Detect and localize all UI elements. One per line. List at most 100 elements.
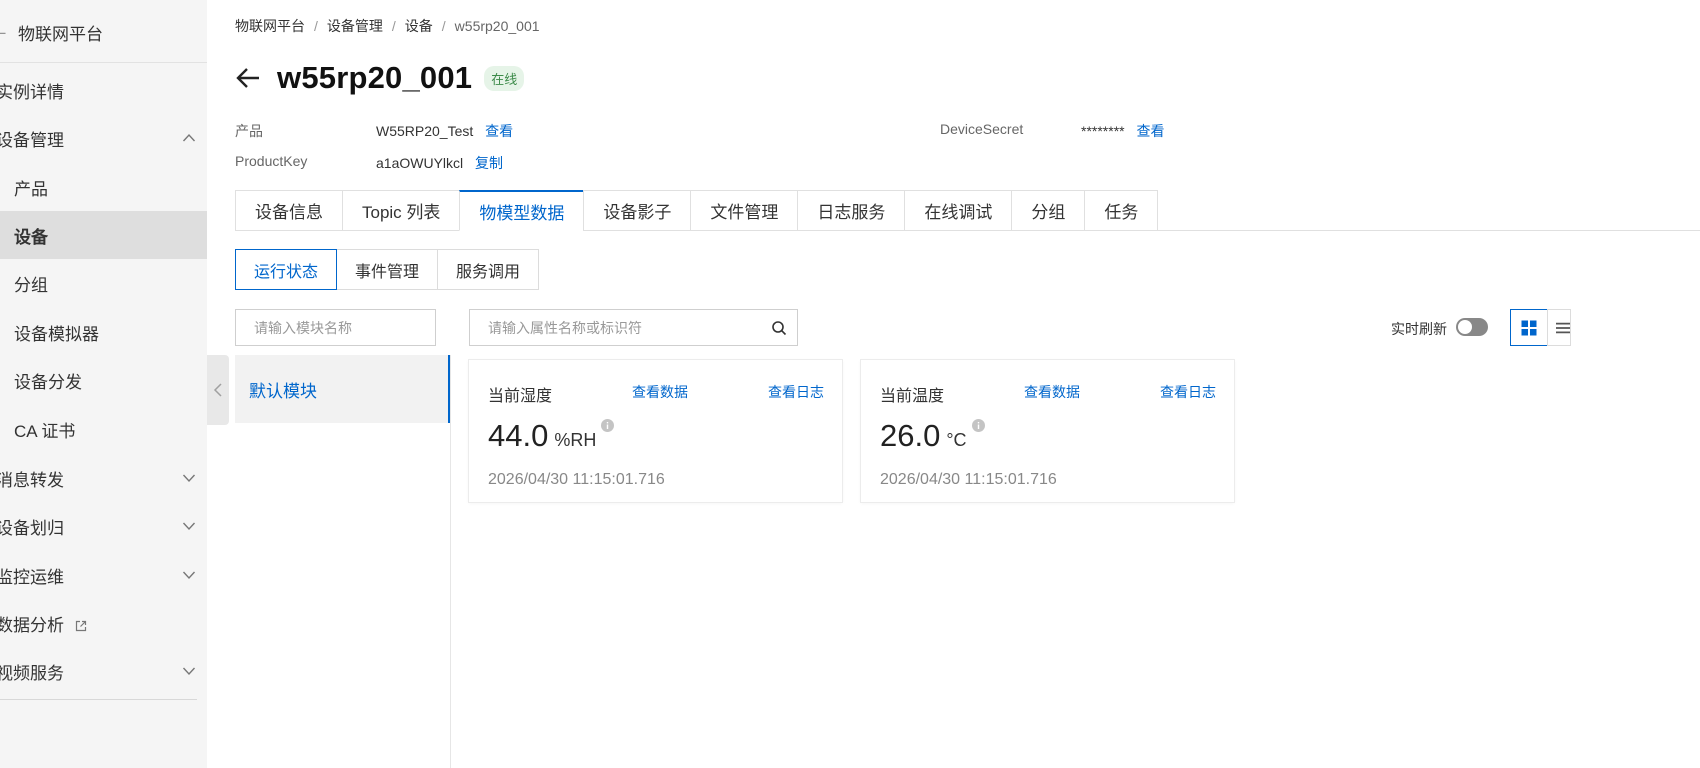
- tab-file-management[interactable]: 文件管理: [690, 190, 798, 231]
- breadcrumb-separator: /: [441, 18, 446, 34]
- subtab-bar: 运行状态 事件管理 服务调用: [235, 249, 540, 290]
- module-item-default[interactable]: 默认模块: [235, 355, 450, 423]
- property-timestamp: 2026/04/30 11:15:01.716: [880, 471, 1057, 488]
- sidebar-item-label-wrap: 数据分析: [0, 611, 87, 636]
- sidebar-item-label: 消息转发: [0, 470, 64, 490]
- sidebar-item-label: 分组: [14, 275, 48, 295]
- property-unit: °C: [946, 430, 967, 450]
- sidebar-item-instance-details[interactable]: 实例详情: [0, 66, 207, 114]
- sidebar-item-label: 设备分发: [14, 372, 82, 392]
- view-devicesecret-link[interactable]: 查看: [1136, 123, 1164, 139]
- sidebar-item-label: 产品: [14, 179, 48, 199]
- subtab-running-status[interactable]: 运行状态: [235, 249, 338, 290]
- property-name: 当前湿度: [488, 388, 553, 405]
- property-name: 当前温度: [880, 388, 945, 405]
- breadcrumb-item-iot-platform[interactable]: 物联网平台: [235, 16, 305, 36]
- sidebar-title[interactable]: 物联网平台: [18, 20, 103, 45]
- grid-icon: [1521, 320, 1537, 335]
- sidebar-item-label: 视频服务: [0, 663, 64, 683]
- sidebar-item-label: CA 证书: [14, 421, 76, 441]
- sidebar-item-monitoring-ops[interactable]: 监控运维: [0, 551, 207, 599]
- page-title: w55rp20_001: [277, 60, 473, 95]
- info-icon[interactable]: [601, 419, 615, 432]
- view-data-link[interactable]: 查看数据: [632, 382, 688, 402]
- card-view-button[interactable]: [1510, 309, 1548, 346]
- info-icon[interactable]: [971, 419, 985, 432]
- property-card-temperature: 当前温度 查看数据 查看日志 26.0 °C 2026/04/30 11:15:…: [861, 360, 1234, 502]
- view-product-link[interactable]: 查看: [485, 123, 513, 139]
- product-value: W55RP20_Test 查看: [376, 121, 513, 141]
- sidebar: ← 物联网平台 实例详情 设备管理 产品 设备 分组 设备模拟器 设备分发 CA…: [0, 0, 207, 768]
- module-search-input[interactable]: [236, 310, 435, 345]
- realtime-refresh-label: 实时刷新: [1391, 321, 1447, 337]
- breadcrumb-item-device[interactable]: 设备: [405, 16, 433, 36]
- sidebar-item-device[interactable]: 设备: [0, 211, 207, 259]
- breadcrumb-separator: /: [314, 18, 318, 34]
- chevron-down-icon: [182, 664, 196, 678]
- breadcrumb-separator: /: [391, 18, 396, 34]
- realtime-refresh-switch[interactable]: [1456, 318, 1488, 336]
- sidebar-item-label: 设备模拟器: [14, 324, 99, 344]
- status-badge: 在线: [484, 65, 525, 91]
- breadcrumb-item-device-management[interactable]: 设备管理: [327, 16, 383, 36]
- sidebar-header: ← 物联网平台: [0, 0, 207, 63]
- back-arrow-icon[interactable]: [235, 65, 261, 91]
- property-value-row: 44.0 %RH: [488, 418, 615, 454]
- sidebar-item-video-service[interactable]: 视频服务: [0, 647, 207, 695]
- tab-bar: 设备信息 Topic 列表 物模型数据 设备影子 文件管理 日志服务 在线调试 …: [235, 190, 1159, 231]
- product-label-text: 产品: [235, 123, 263, 139]
- view-log-link[interactable]: 查看日志: [768, 382, 824, 402]
- chevron-down-icon: [182, 471, 196, 485]
- module-search: [235, 309, 436, 346]
- chevron-left-icon: [213, 383, 222, 397]
- sidebar-item-device-management[interactable]: 设备管理: [0, 114, 207, 162]
- sidebar-item-device-simulator[interactable]: 设备模拟器: [0, 308, 207, 356]
- tab-log-service[interactable]: 日志服务: [797, 190, 905, 231]
- property-value: 44.0: [488, 418, 549, 453]
- tab-thing-model-data[interactable]: 物模型数据: [459, 190, 584, 231]
- productkey-label-text: ProductKey: [235, 153, 308, 169]
- view-log-link[interactable]: 查看日志: [1160, 382, 1216, 402]
- tab-device-shadow[interactable]: 设备影子: [583, 190, 691, 231]
- tab-device-info[interactable]: 设备信息: [235, 190, 342, 231]
- list-icon: [1556, 322, 1570, 333]
- tab-topic-list[interactable]: Topic 列表: [342, 190, 460, 231]
- sidebar-item-data-analysis[interactable]: 数据分析: [0, 599, 207, 647]
- breadcrumb: 物联网平台 / 设备管理 / 设备 / w55rp20_001: [235, 16, 540, 36]
- back-arrow-icon[interactable]: ←: [0, 21, 9, 41]
- chevron-down-icon: [182, 568, 196, 582]
- chevron-up-icon: [182, 131, 196, 145]
- tab-group[interactable]: 分组: [1011, 190, 1085, 231]
- sidebar-item-label: 监控运维: [0, 567, 64, 587]
- property-timestamp: 2026/04/30 11:15:01.716: [488, 471, 665, 488]
- sidebar-item-group[interactable]: 分组: [0, 259, 207, 307]
- breadcrumb-item-current: w55rp20_001: [454, 18, 540, 34]
- tab-online-debug[interactable]: 在线调试: [904, 190, 1012, 231]
- search-icon[interactable]: [771, 320, 787, 336]
- subtab-service-call[interactable]: 服务调用: [437, 249, 540, 290]
- sidebar-item-device-assignment[interactable]: 设备划归: [0, 502, 207, 550]
- sidebar-item-ca-certificate[interactable]: CA 证书: [0, 405, 207, 453]
- product-name: W55RP20_Test: [376, 123, 474, 139]
- switch-knob: [1458, 320, 1472, 334]
- sidebar-item-label: 设备划归: [0, 518, 64, 538]
- property-search: [469, 309, 798, 346]
- copy-productkey-link[interactable]: 复制: [475, 155, 503, 171]
- devicesecret-label-text: DeviceSecret: [940, 121, 1024, 137]
- module-list-divider: [450, 355, 451, 768]
- sidebar-divider: [0, 699, 197, 700]
- list-view-button[interactable]: [1547, 309, 1571, 346]
- sidebar-collapse-handle[interactable]: [207, 355, 229, 425]
- sidebar-item-product[interactable]: 产品: [0, 163, 207, 211]
- tab-task[interactable]: 任务: [1084, 190, 1159, 231]
- subtab-event-management[interactable]: 事件管理: [336, 249, 439, 290]
- external-link-icon: [75, 620, 86, 632]
- sidebar-item-label: 数据分析: [0, 615, 64, 635]
- sidebar-item-message-forwarding[interactable]: 消息转发: [0, 454, 207, 502]
- productkey-label: ProductKey: [235, 153, 307, 169]
- view-data-link[interactable]: 查看数据: [1024, 382, 1080, 402]
- property-search-input[interactable]: [470, 310, 771, 345]
- sidebar-item-device-distribution[interactable]: 设备分发: [0, 356, 207, 404]
- page-header: w55rp20_001 在线: [235, 58, 525, 98]
- product-label: 产品: [235, 121, 263, 141]
